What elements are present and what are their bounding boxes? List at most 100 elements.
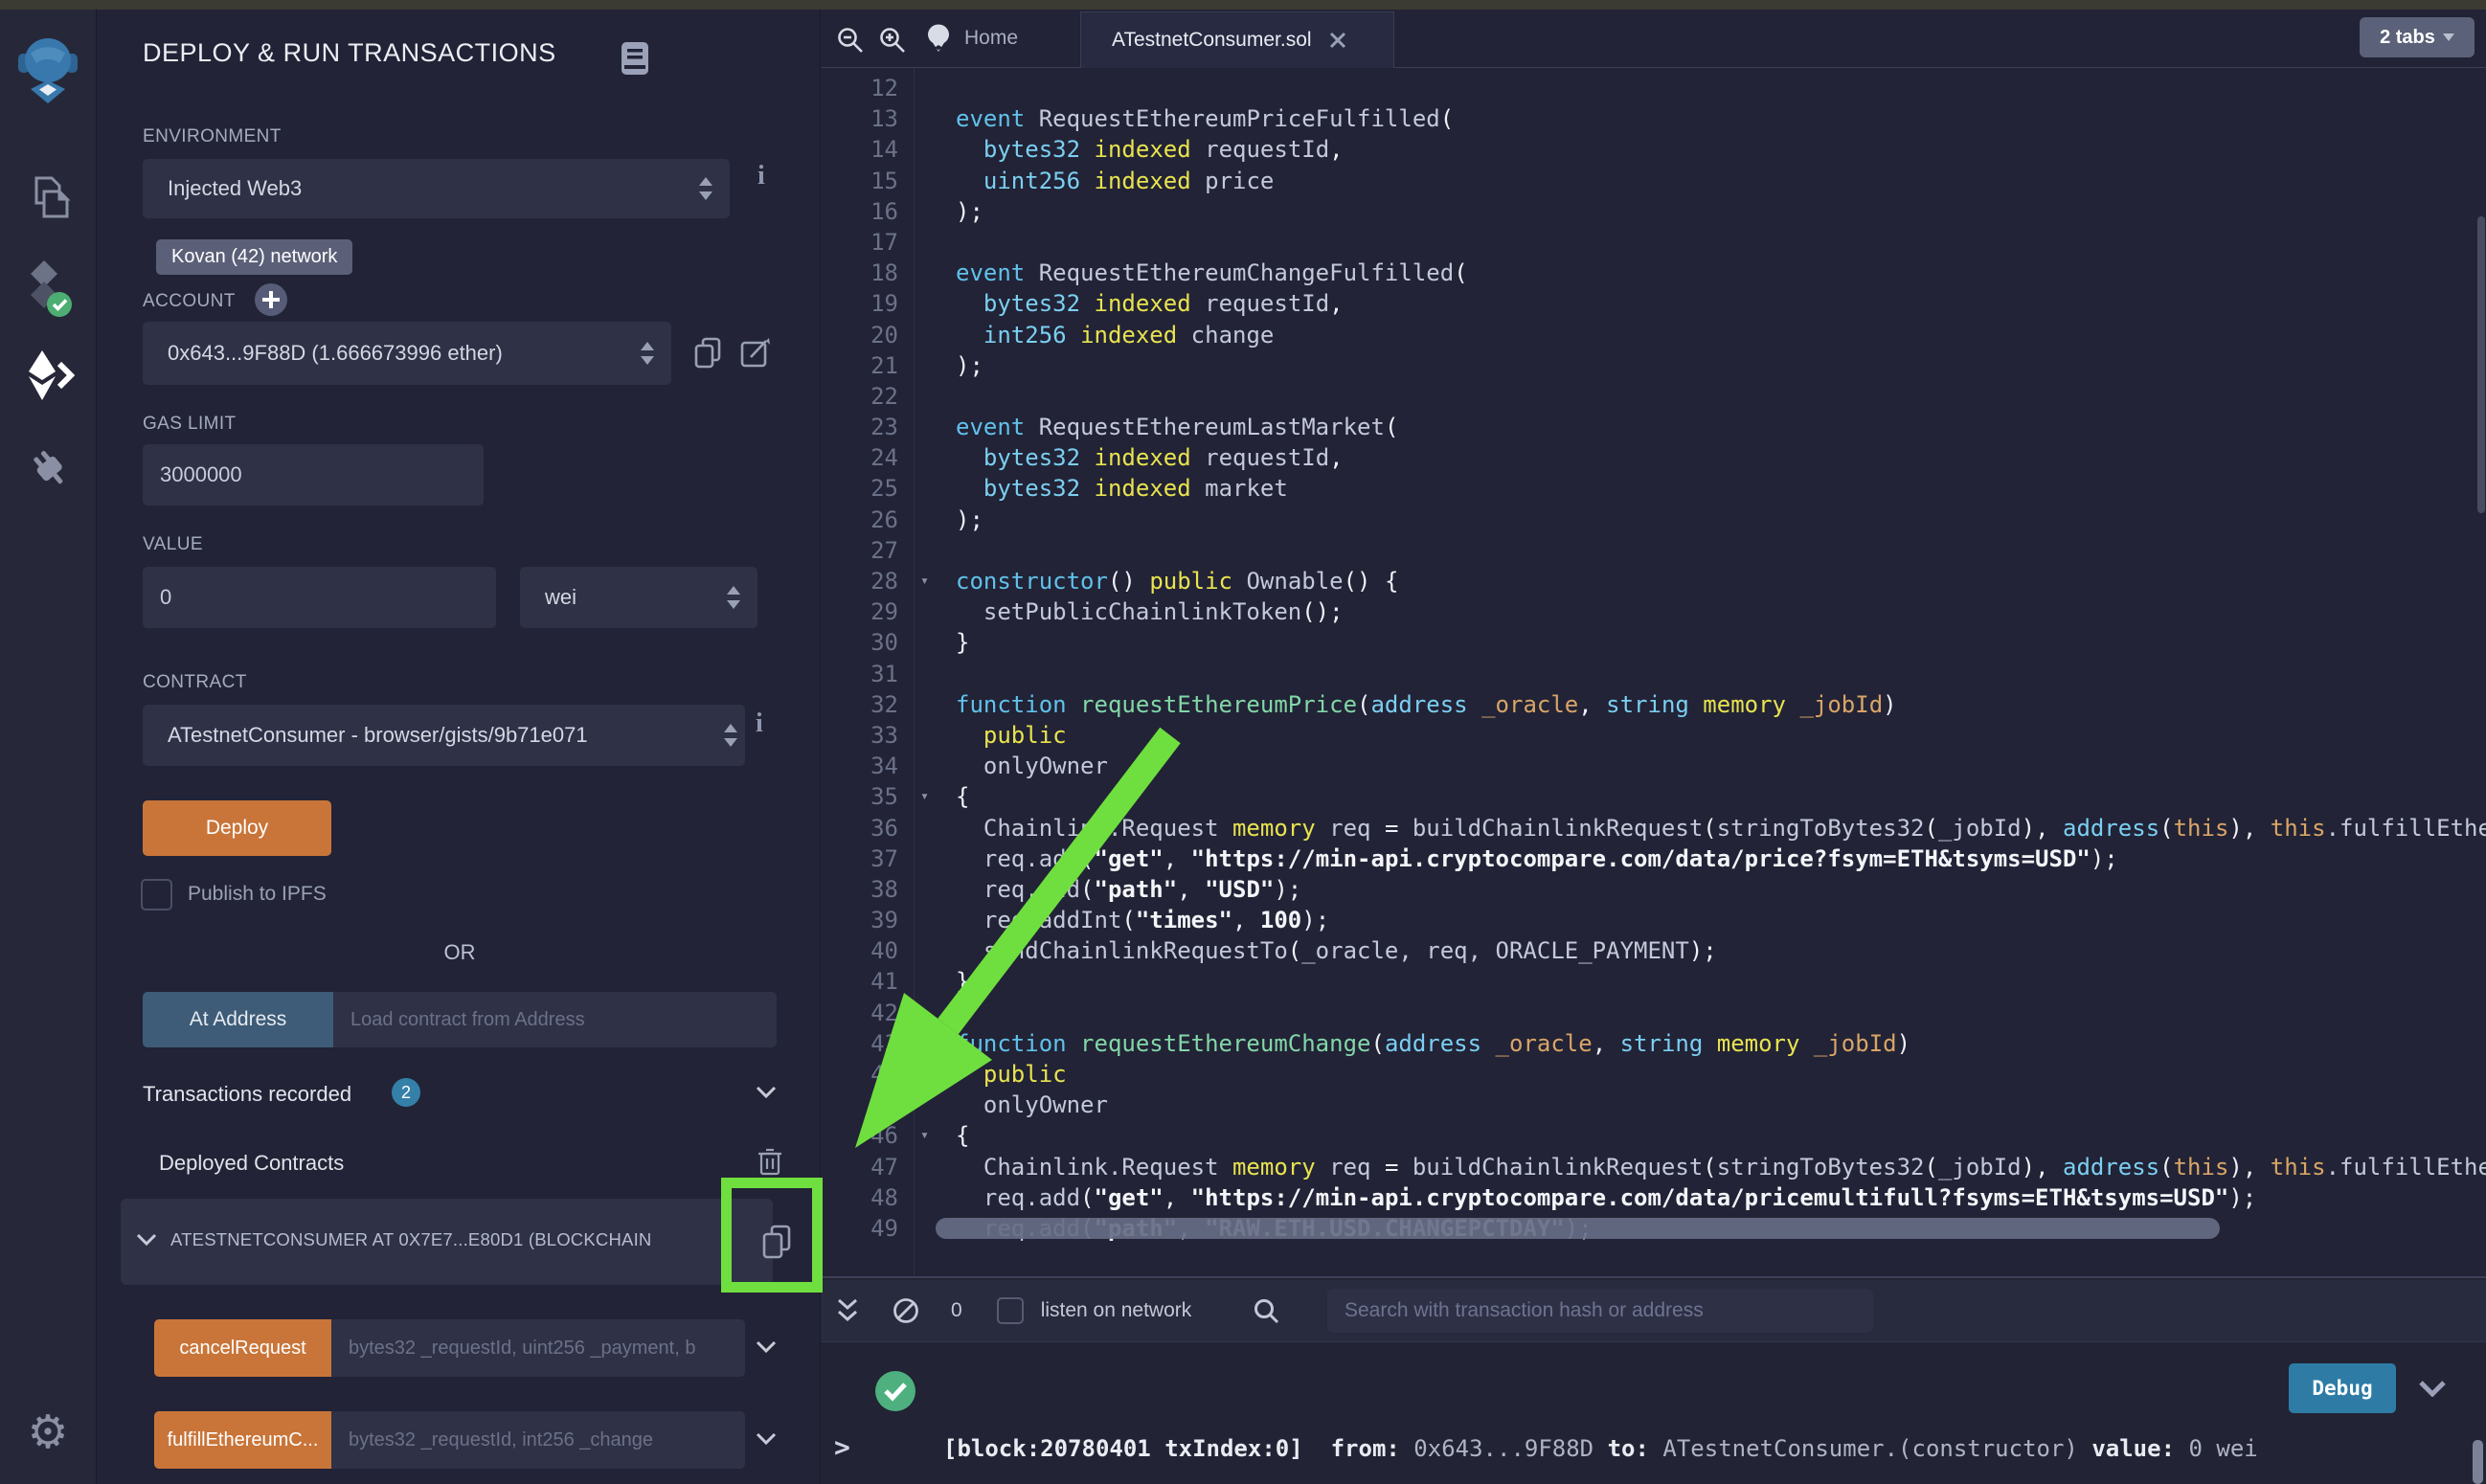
code-line: 28 ▾ constructor() public Ownable() {: [821, 568, 2486, 598]
line-number: 19: [821, 290, 898, 317]
code-line: 25 bytes32 indexed market: [821, 475, 2486, 506]
horizontal-scrollbar[interactable]: [936, 1218, 2220, 1239]
line-number: 42: [821, 1000, 898, 1026]
code-line: 39 req.addInt("times", 100);: [821, 907, 2486, 937]
solidity-compiler-icon[interactable]: [0, 257, 96, 324]
code-text: uint256 indexed price: [956, 168, 1274, 194]
line-number: 45: [821, 1091, 898, 1118]
value-label: VALUE: [143, 534, 203, 555]
transaction-log[interactable]: [block:20780401 txIndex:0] from: 0x643..…: [943, 1367, 2258, 1484]
instance-chevron-down-icon[interactable]: [136, 1233, 157, 1247]
clear-console-icon[interactable]: [892, 1296, 920, 1325]
code-text: function requestEthereumChange(address _…: [956, 1030, 1910, 1057]
tab-home[interactable]: Home: [924, 23, 1018, 54]
line-number: 20: [821, 322, 898, 349]
settings-gear-icon[interactable]: ⚙: [0, 1405, 96, 1459]
expand-params-chevron-icon[interactable]: [756, 1340, 777, 1354]
chevron-down-icon: [2443, 34, 2454, 41]
account-select[interactable]: 0x643...9F88D (1.666673996 ether): [143, 322, 671, 385]
fold-arrow-icon[interactable]: ▾: [920, 1126, 929, 1143]
deploy-run-icon[interactable]: [0, 349, 96, 404]
expand-params-chevron-icon[interactable]: [756, 1432, 777, 1446]
environment-value: Injected Web3: [143, 176, 699, 201]
zoom-out-icon[interactable]: [836, 26, 865, 55]
code-line: 44 public: [821, 1061, 2486, 1091]
book-icon[interactable]: [620, 40, 650, 81]
line-number: 18: [821, 259, 898, 286]
at-address-button[interactable]: At Address: [143, 992, 333, 1047]
icon-rail: ⚙: [0, 10, 97, 1484]
environment-select[interactable]: Injected Web3: [143, 159, 730, 218]
publish-ipfs-checkbox[interactable]: [141, 879, 172, 911]
fulfill-ethereum-button[interactable]: fulfillEthereumC...: [154, 1411, 331, 1469]
copy-account-icon[interactable]: [694, 337, 721, 374]
panel-title: DEPLOY & RUN TRANSACTIONS: [143, 38, 556, 68]
fulfill-ethereum-params-input[interactable]: [331, 1411, 745, 1469]
code-line: 48 req.add("get", "https://min-api.crypt…: [821, 1184, 2486, 1215]
code-text: public: [956, 722, 1067, 749]
edit-account-icon[interactable]: [740, 337, 771, 372]
at-address-input[interactable]: [333, 992, 777, 1047]
code-text: bytes32 indexed market: [956, 475, 1288, 502]
line-number: 34: [821, 753, 898, 779]
code-text: setPublicChainlinkToken();: [956, 598, 1344, 625]
code-text: bytes32 indexed requestId,: [956, 444, 1344, 471]
line-number: 23: [821, 414, 898, 440]
deploy-run-panel: DEPLOY & RUN TRANSACTIONS ENVIRONMENT In…: [97, 10, 821, 1484]
line-number: 32: [821, 691, 898, 718]
code-line: 34 onlyOwner: [821, 753, 2486, 783]
account-label: ACCOUNT: [143, 291, 236, 312]
terminal-search-input[interactable]: [1327, 1289, 1873, 1333]
copy-instance-icon[interactable]: [762, 1225, 791, 1264]
debug-button[interactable]: Debug: [2289, 1363, 2396, 1413]
value-unit-select[interactable]: wei: [520, 567, 757, 628]
line-number: 12: [821, 75, 898, 101]
code-line: 32 function requestEthereumPrice(address…: [821, 691, 2486, 722]
tabs-count-label: 2 tabs: [2380, 27, 2435, 49]
line-number: 37: [821, 845, 898, 872]
listen-network-checkbox[interactable]: [997, 1297, 1024, 1324]
code-line: 17: [821, 229, 2486, 259]
code-area[interactable]: 12 13 event RequestEthereumPriceFulfille…: [821, 68, 2486, 1276]
tabs-count-button[interactable]: 2 tabs: [2360, 17, 2475, 57]
code-line: 31: [821, 661, 2486, 691]
file-explorer-icon[interactable]: [0, 172, 96, 226]
select-arrows-icon: [724, 724, 737, 747]
close-tab-icon[interactable]: [1329, 32, 1346, 49]
code-line: 18 event RequestEthereumChangeFulfilled(: [821, 259, 2486, 290]
log-expand-chevron-icon[interactable]: [2418, 1380, 2447, 1397]
select-arrows-icon: [699, 177, 712, 200]
deployed-instance-card[interactable]: ATESTNETCONSUMER AT 0X7E7...E80D1 (BLOCK…: [121, 1199, 773, 1285]
plugin-manager-icon[interactable]: [0, 442, 96, 494]
fold-arrow-icon[interactable]: ▾: [920, 572, 929, 589]
line-number: 39: [821, 907, 898, 933]
environment-info-icon[interactable]: i: [757, 161, 765, 191]
zoom-in-icon[interactable]: [878, 26, 907, 55]
cancel-request-params-input[interactable]: [331, 1319, 745, 1377]
gas-limit-input[interactable]: [143, 444, 484, 506]
code-text: req.add("path", "USD");: [956, 876, 1301, 903]
line-number: 43: [821, 1030, 898, 1057]
add-account-icon[interactable]: [253, 281, 289, 323]
line-number: 28: [821, 568, 898, 595]
vertical-scrollbar[interactable]: [2477, 216, 2485, 513]
terminal-prompt[interactable]: >: [834, 1431, 850, 1463]
code-text: sendChainlinkRequestTo(_oracle, req, ORA…: [956, 937, 1717, 964]
expand-terminal-icon[interactable]: [836, 1296, 859, 1325]
contract-info-icon[interactable]: i: [756, 708, 763, 739]
code-line: 12: [821, 75, 2486, 105]
trash-icon[interactable]: [757, 1147, 782, 1180]
fold-arrow-icon[interactable]: ▾: [920, 787, 929, 804]
tab-active-file[interactable]: ATestnetConsumer.sol: [1080, 11, 1394, 68]
line-number: 31: [821, 661, 898, 687]
code-line: 20 int256 indexed change: [821, 322, 2486, 352]
transactions-chevron-down-icon[interactable]: [756, 1086, 777, 1104]
contract-select[interactable]: ATestnetConsumer - browser/gists/9b71e07…: [143, 705, 745, 766]
network-badge: Kovan (42) network: [156, 239, 352, 275]
window-top-strip: [0, 0, 2486, 10]
cancel-request-button[interactable]: cancelRequest: [154, 1319, 331, 1377]
terminal-scrollbar-nub[interactable]: [2473, 1440, 2483, 1484]
value-input[interactable]: [143, 567, 496, 628]
code-line: 45 onlyOwner: [821, 1091, 2486, 1122]
deploy-button[interactable]: Deploy: [143, 800, 331, 856]
